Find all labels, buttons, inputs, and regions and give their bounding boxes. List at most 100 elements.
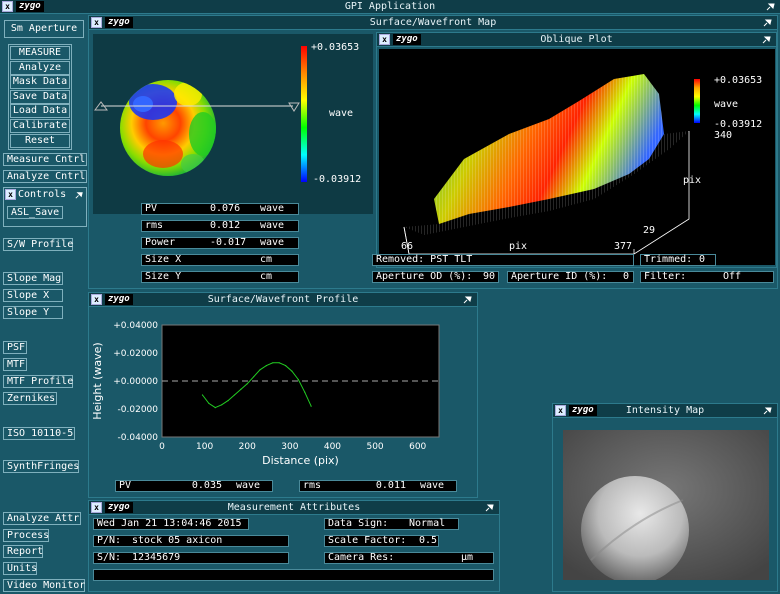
app-title: GPI Application [344,1,436,12]
stat-size-x-field: Size Xcm [141,254,299,266]
oblique-y-bottom: 29 [643,225,656,236]
sidebar-save-data-button[interactable]: Save Data [10,89,70,104]
profile-point [297,379,299,381]
sidebar-analyze-button[interactable]: Analyze [10,60,70,75]
surface-map-plot[interactable]: +0.03653 wave -0.03912 [93,34,373,214]
pin-icon[interactable] [484,502,495,513]
profile-point [214,407,216,409]
x-tick-label: 300 [281,442,298,452]
date-field: Wed Jan 21 13:04:46 2015 [93,518,249,530]
aperture-od-field: Aperture OD (%): 90 [372,271,499,283]
oblique-title: Oblique Plot [540,34,613,45]
intensity-title: Intensity Map [625,405,705,416]
zygo-logo: zygo [105,502,133,513]
pin-icon[interactable] [462,294,473,305]
close-icon[interactable]: x [5,189,16,200]
profile-chart[interactable]: +0.04000 +0.02000 +0.00000 -0.02000 -0.04000… [89,308,477,476]
sidebar-psf-button[interactable]: PSF [3,341,27,354]
surface-map-scale-min: -0.03912 [313,174,362,185]
close-icon[interactable]: x [2,1,13,12]
pin-icon[interactable] [762,405,773,416]
profile-stat-pv-field: PV 0.035 wave [115,480,273,492]
pin-icon[interactable] [761,34,772,45]
attributes-title: Measurement Attributes [227,502,361,513]
x-tick-label: 400 [324,442,341,452]
sidebar-measure-button[interactable]: MEASURE [10,46,70,60]
profile-point [233,394,236,396]
scale-factor-field: Scale Factor: 0.5 [324,535,439,547]
profile-point [278,362,280,364]
sidebar-units-button[interactable]: Units [3,562,37,575]
zygo-logo: zygo [16,1,44,12]
pin-icon[interactable] [74,190,84,200]
sidebar-mtf-profile-button[interactable]: MTF Profile [3,375,73,388]
surface-map-window: x zygo Surface/Wavefront Map +0.03653 wa… [88,15,778,289]
pn-field[interactable]: P/N: stock 05 axicon [93,535,289,547]
profile-point [304,391,306,393]
profile-point [291,370,293,372]
analyze-cntrl-button[interactable]: Analyze Cntrl [3,170,87,183]
notes-field[interactable] [93,569,494,581]
close-icon[interactable]: x [91,17,102,28]
x-tick-label: 500 [366,442,383,452]
profile-point [253,376,255,378]
iso-button[interactable]: ISO 10110-5 [3,427,75,440]
controls-panel: x Controls ASL_Save [3,187,87,227]
oblique-x-right: 377 [614,241,633,252]
oblique-x-label: pix [509,241,528,252]
profile-stat-rms-field: rms 0.011 wave [299,480,457,492]
aperture-id-field: Aperture ID (%): 0 [507,271,634,283]
x-tick-label: 0 [159,442,165,452]
sidebar-mtf-button[interactable]: MTF [3,358,27,371]
pin-icon[interactable] [762,17,773,28]
sidebar-slope-y-button[interactable]: Slope Y [3,306,63,319]
profile-title: Surface/Wavefront Profile [207,294,359,305]
sidebar-video-monitor-button[interactable]: Video Monitor [3,579,85,592]
y-tick-label: -0.02000 [118,405,159,415]
app-titlebar: x zygo GPI Application [0,0,780,14]
sidebar-analyze-attr-button[interactable]: Analyze Attr [3,512,81,525]
y-axis-label: Height (wave) [91,342,104,419]
zygo-logo: zygo [393,34,421,45]
sidebar-zernikes-button[interactable]: Zernikes [3,392,57,405]
stat-pv-field: PV 0.076 wave [141,203,299,215]
intensity-window: x zygo Intensity Map [552,403,778,592]
synth-fringes-button[interactable]: SynthFringes [3,460,79,473]
asl-save-button[interactable]: ASL_Save [7,206,63,219]
sw-profile-button[interactable]: S/W Profile [3,238,73,251]
sidebar-load-data-button[interactable]: Load Data [10,104,70,119]
sidebar-slope-x-button[interactable]: Slope X [3,289,63,302]
profile-point [246,383,248,385]
x-axis-label: Distance (pix) [262,454,339,467]
profile-point [221,404,223,406]
sidebar-report-button[interactable]: Report [3,545,43,558]
sidebar-slope-mag-button[interactable]: Slope Mag [3,272,63,285]
close-icon[interactable]: x [91,294,102,305]
close-icon[interactable]: x [91,502,102,513]
stat-power-field: Power -0.017 wave [141,237,299,249]
profile-point [240,388,242,390]
sidebar-calibrate-button[interactable]: Calibrate [10,119,70,133]
intensity-image[interactable] [563,430,769,584]
oblique-scale-min: -0.03912 [714,119,763,130]
close-icon[interactable]: x [555,405,566,416]
surface-map-scale-unit: wave [329,108,354,119]
profile-point [310,405,312,407]
sidebar-mask-data-button[interactable]: Mask Data [10,75,70,90]
pin-icon[interactable] [765,1,776,12]
sidebar-reset-button[interactable]: Reset [10,133,70,148]
oblique-plot[interactable]: +0.03653 wave -0.03912 340 pix 29 66 pix… [379,49,775,265]
controls-label: Controls [18,189,67,200]
profile-point [284,365,287,367]
sidebar-process-button[interactable]: Process [3,529,49,542]
attributes-titlebar: x zygo Measurement Attributes [89,501,499,515]
profile-point [259,369,261,371]
oblique-y-top: 340 [714,130,733,141]
surface-map-titlebar: x zygo Surface/Wavefront Map [89,16,777,30]
x-tick-label: 600 [409,442,426,452]
sn-field[interactable]: S/N: 12345679 [93,552,289,564]
measure-cntrl-button[interactable]: Measure Cntrl [3,153,87,166]
zygo-logo: zygo [105,17,133,28]
sm-aperture-label[interactable]: Sm Aperture [4,20,84,38]
close-icon[interactable]: x [379,34,390,45]
